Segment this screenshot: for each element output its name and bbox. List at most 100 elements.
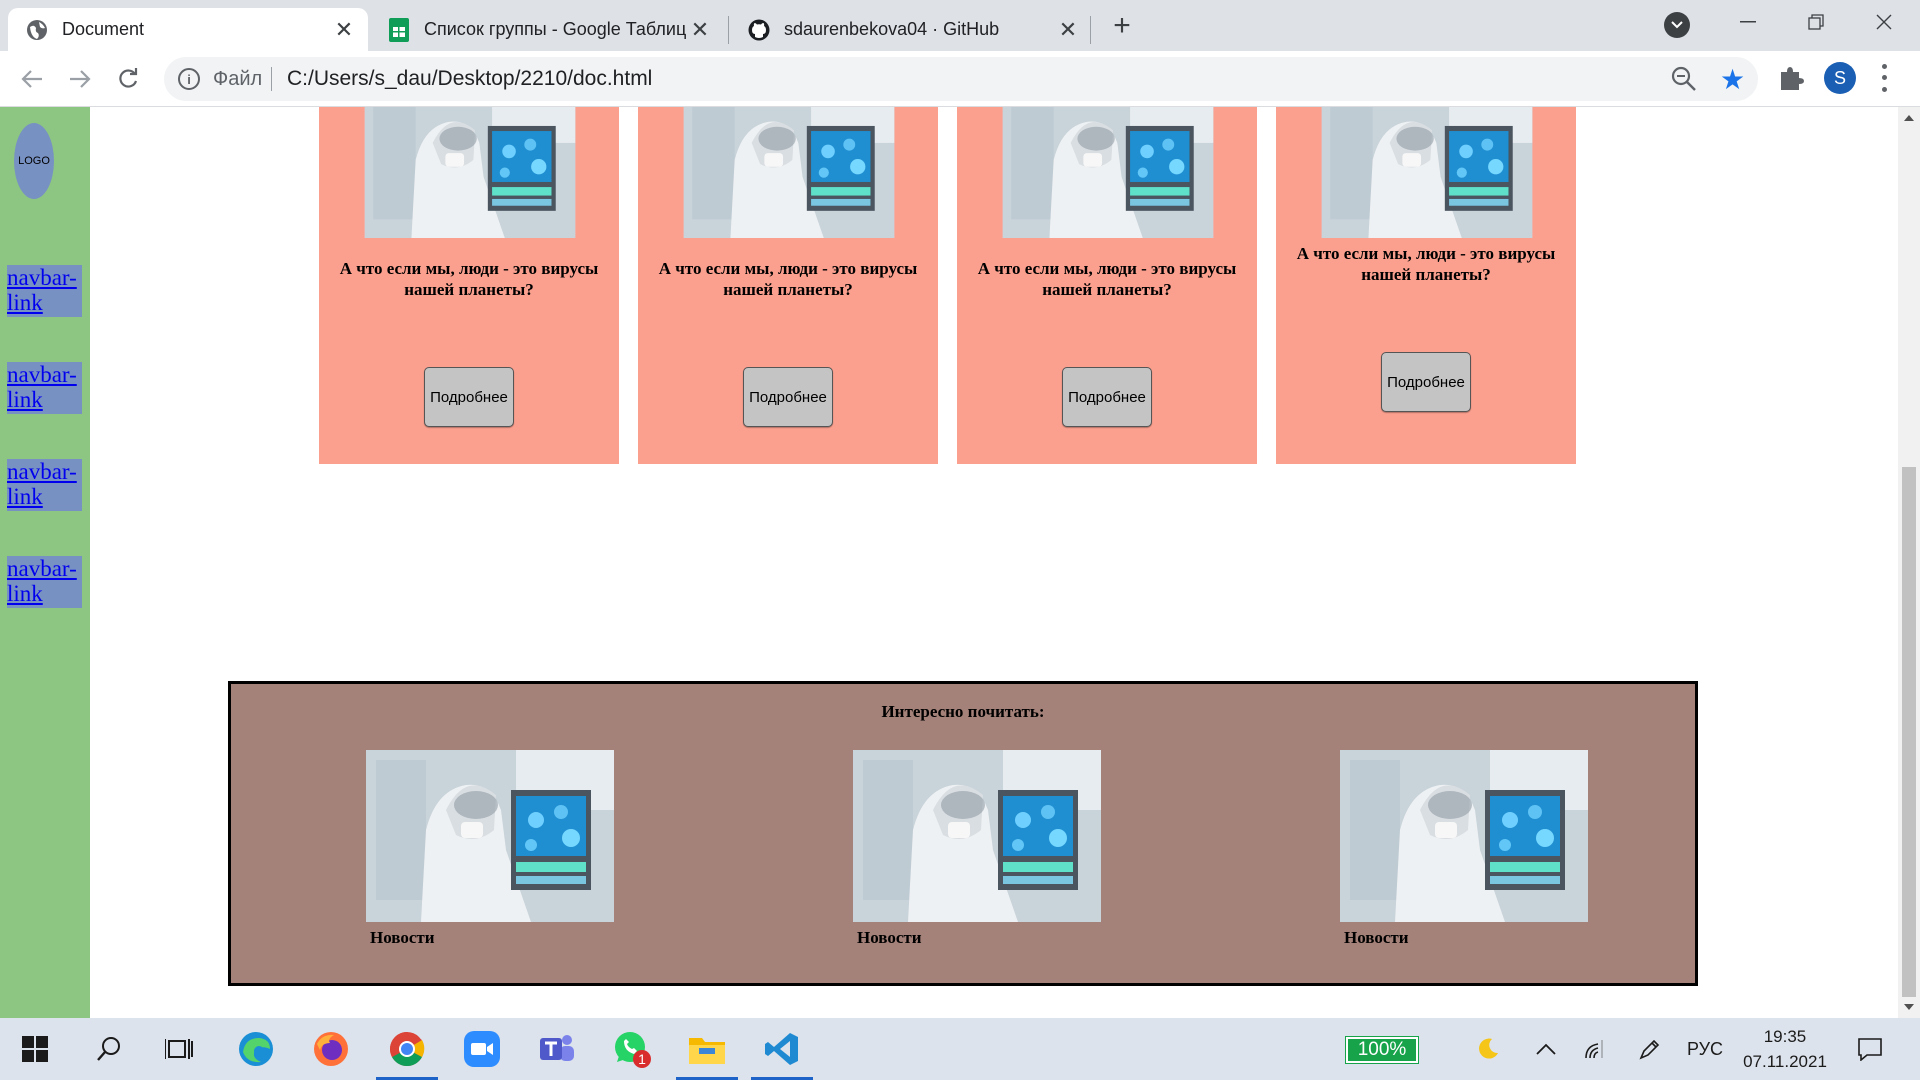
news-item[interactable]: Новости bbox=[366, 750, 614, 948]
reading-title: Интересно почитать: bbox=[881, 702, 1045, 721]
close-window-button[interactable] bbox=[1850, 0, 1918, 44]
card-title: А что если мы, люди - это вирусы нашей п… bbox=[977, 259, 1237, 299]
night-light-moon-icon[interactable] bbox=[1468, 1018, 1508, 1080]
restore-button[interactable] bbox=[1782, 0, 1850, 44]
scroll-up-arrow-icon[interactable] bbox=[1904, 115, 1914, 121]
more-menu-icon[interactable] bbox=[1874, 61, 1894, 95]
battery-indicator[interactable]: 100% bbox=[1345, 1036, 1419, 1064]
profile-avatar[interactable]: S bbox=[1824, 62, 1856, 94]
wifi-icon[interactable] bbox=[1576, 1018, 1616, 1080]
sidebar: LOGO navbar-link navbar-link navbar-link… bbox=[0, 107, 90, 1018]
more-button[interactable]: Подробнее bbox=[1062, 367, 1152, 427]
chevron-down-icon bbox=[1671, 21, 1683, 29]
article-card: А что если мы, люди - это вирусы нашей п… bbox=[319, 107, 619, 464]
zoom-out-icon[interactable] bbox=[1670, 65, 1698, 93]
close-icon[interactable]: ✕ bbox=[1054, 16, 1082, 44]
tab-document[interactable]: Document ✕ bbox=[8, 8, 368, 51]
card-title: А что если мы, люди - это вирусы нашей п… bbox=[1296, 244, 1556, 284]
reload-icon bbox=[119, 68, 138, 88]
card-title: А что если мы, люди - это вирусы нашей п… bbox=[339, 259, 599, 299]
back-button[interactable] bbox=[14, 61, 50, 97]
article-card: А что если мы, люди - это вирусы нашей п… bbox=[1276, 107, 1576, 464]
interesting-reading-block: Интересно почитать: Новости Новости Ново… bbox=[228, 681, 1698, 986]
card-title: А что если мы, люди - это вирусы нашей п… bbox=[658, 259, 918, 299]
forward-button[interactable] bbox=[62, 61, 98, 97]
firefox-taskbar-icon[interactable] bbox=[300, 1018, 362, 1080]
article-card: А что если мы, люди - это вирусы нашей п… bbox=[957, 107, 1257, 464]
tab-title: Список группы - Google Таблицы bbox=[424, 19, 686, 39]
scroll-down-arrow-icon[interactable] bbox=[1904, 1004, 1914, 1010]
vscode-taskbar-icon[interactable] bbox=[751, 1018, 813, 1080]
address-url[interactable]: C:/Users/s_dau/Desktop/2210/doc.html bbox=[287, 67, 652, 91]
news-item[interactable]: Новости bbox=[853, 750, 1101, 948]
close-icon bbox=[1876, 14, 1892, 30]
lab-scientist-photo bbox=[346, 107, 594, 238]
arrow-right-icon bbox=[70, 70, 91, 88]
page-viewport: LOGO navbar-link navbar-link navbar-link… bbox=[0, 107, 1920, 1018]
google-sheets-icon bbox=[388, 17, 410, 42]
edge-taskbar-icon[interactable] bbox=[225, 1018, 287, 1080]
address-scheme: Файл bbox=[213, 68, 263, 90]
github-icon bbox=[748, 19, 770, 41]
address-bar[interactable]: i Файл C:/Users/s_dau/Desktop/2210/doc.h… bbox=[164, 57, 1758, 101]
whatsapp-taskbar-icon[interactable]: 1 bbox=[601, 1018, 663, 1080]
lab-scientist-photo bbox=[1340, 750, 1588, 922]
news-label: Новости bbox=[857, 928, 922, 947]
clock-time: 19:35 bbox=[1763, 1027, 1807, 1046]
lab-scientist-photo bbox=[366, 750, 614, 922]
task-view-button[interactable] bbox=[148, 1018, 210, 1080]
chrome-taskbar-icon[interactable] bbox=[376, 1018, 438, 1080]
more-button[interactable]: Подробнее bbox=[1381, 352, 1471, 412]
show-hidden-icons-chevron-up-icon[interactable] bbox=[1526, 1018, 1566, 1080]
clock[interactable]: 19:35 07.11.2021 bbox=[1735, 1024, 1835, 1074]
bookmark-star-icon[interactable]: ★ bbox=[1720, 63, 1745, 96]
pen-workspace-icon[interactable] bbox=[1630, 1018, 1670, 1080]
close-icon[interactable]: ✕ bbox=[330, 16, 358, 44]
task-view-icon bbox=[165, 1039, 193, 1059]
vertical-scrollbar[interactable] bbox=[1898, 107, 1920, 1018]
navbar-link[interactable]: navbar-link bbox=[7, 362, 82, 414]
news-item[interactable]: Новости bbox=[1340, 750, 1588, 948]
tab-github[interactable]: sdaurenbekova04 · GitHub ✕ bbox=[730, 8, 1092, 51]
tab-separator bbox=[728, 16, 729, 44]
minimize-button[interactable] bbox=[1714, 0, 1782, 44]
file-explorer-taskbar-icon[interactable] bbox=[676, 1018, 738, 1080]
lab-scientist-photo bbox=[665, 107, 913, 238]
navbar-link[interactable]: navbar-link bbox=[7, 265, 82, 317]
minimize-icon bbox=[1740, 21, 1756, 23]
new-tab-button[interactable]: + bbox=[1104, 8, 1140, 44]
lab-scientist-photo bbox=[1303, 107, 1551, 238]
lab-scientist-photo bbox=[984, 107, 1232, 238]
extensions-puzzle-icon[interactable] bbox=[1776, 63, 1806, 93]
search-button[interactable] bbox=[78, 1018, 140, 1080]
globe-icon bbox=[26, 19, 48, 41]
navbar-link[interactable]: navbar-link bbox=[7, 459, 82, 511]
tab-strip: Document ✕ Список группы - Google Таблиц… bbox=[0, 0, 1920, 51]
start-button[interactable] bbox=[4, 1018, 66, 1080]
windows-taskbar: 1 100% РУС 19:35 07.11.2021 bbox=[0, 1018, 1920, 1080]
close-icon[interactable]: ✕ bbox=[686, 16, 714, 44]
scrollbar-thumb[interactable] bbox=[1902, 467, 1916, 997]
reload-button[interactable] bbox=[110, 61, 146, 97]
tab-search-button[interactable] bbox=[1664, 12, 1690, 38]
news-label: Новости bbox=[1344, 928, 1409, 947]
article-card: А что если мы, люди - это вирусы нашей п… bbox=[638, 107, 938, 464]
info-icon[interactable]: i bbox=[178, 68, 200, 90]
tab-separator bbox=[1090, 16, 1091, 44]
lab-scientist-photo bbox=[853, 750, 1101, 922]
tab-title: sdaurenbekova04 · GitHub bbox=[784, 19, 1000, 39]
browser-toolbar: i Файл C:/Users/s_dau/Desktop/2210/doc.h… bbox=[0, 51, 1920, 107]
notifications-icon[interactable] bbox=[1850, 1018, 1890, 1080]
tab-google-sheets[interactable]: Список группы - Google Таблицы ✕ bbox=[370, 8, 724, 51]
more-button[interactable]: Подробнее bbox=[424, 367, 514, 427]
zoom-taskbar-icon[interactable] bbox=[451, 1018, 513, 1080]
clock-date: 07.11.2021 bbox=[1743, 1052, 1827, 1071]
logo: LOGO bbox=[14, 123, 54, 199]
more-button[interactable]: Подробнее bbox=[743, 367, 833, 427]
teams-taskbar-icon[interactable] bbox=[526, 1018, 588, 1080]
tab-title: Document bbox=[62, 19, 145, 39]
input-language[interactable]: РУС bbox=[1680, 1018, 1730, 1080]
arrow-left-icon bbox=[21, 70, 42, 88]
address-divider bbox=[271, 67, 272, 91]
navbar-link[interactable]: navbar-link bbox=[7, 556, 82, 608]
